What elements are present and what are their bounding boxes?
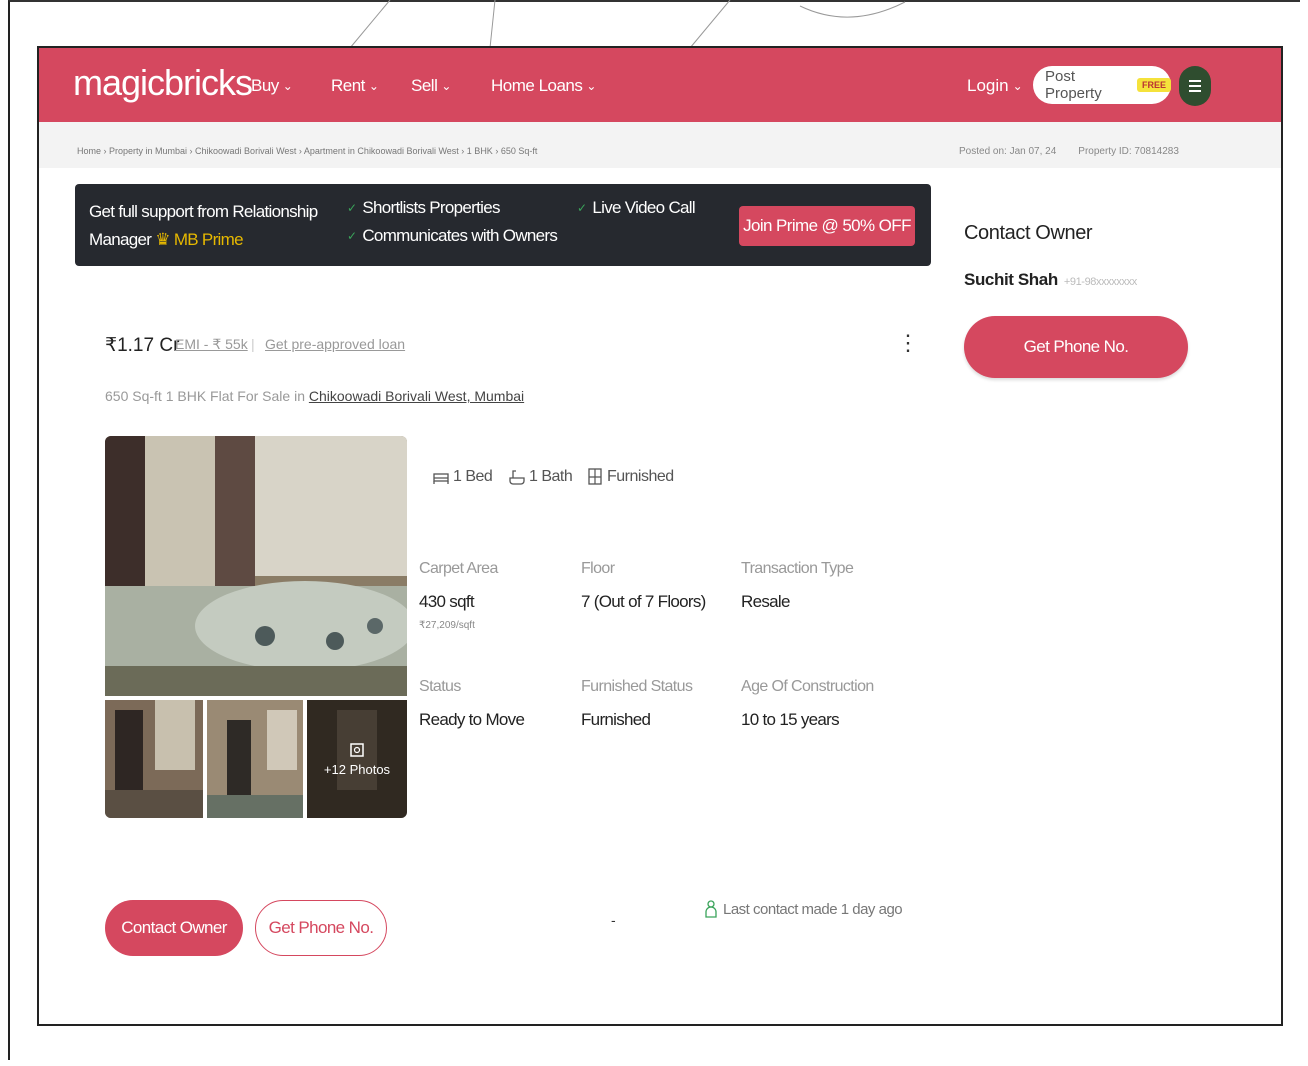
status-value: Ready to Move [419,710,525,729]
posted-date: Posted on: Jan 07, 24 [959,146,1057,157]
owner-name: Suchit Shah [964,270,1058,289]
breadcrumb-bar [39,122,1281,168]
top-navbar: magicbricks Buy ⌄ Rent ⌄ Sell ⌄ Home Loans ⌄… [39,48,1281,122]
chevron-down-icon: ⌄ [441,79,451,93]
post-property-label: Post Property [1045,68,1102,102]
amenity-bed: 1 Bed [433,468,493,486]
divider: | [251,336,255,352]
breadcrumb[interactable]: Home › Property in Mumbai › Chikoowadi B… [77,146,537,156]
check-icon: ✓ [577,201,587,215]
furnished-status-value: Furnished [581,710,651,729]
amenity-label: 1 Bath [529,468,573,485]
more-options-icon[interactable]: ⋮ [897,330,919,356]
bath-icon [509,470,525,485]
furnished-icon [588,468,602,485]
listing-title: 650 Sq-ft 1 BHK Flat For Sale in Chikoow… [105,388,524,404]
photo-thumbnail[interactable] [207,700,303,818]
nav-rent-label: Rent [331,76,365,95]
floor-label: Floor [581,560,615,577]
nav-buy[interactable]: Buy ⌄ [251,76,293,96]
carpet-area-value: 430 sqft [419,592,475,611]
join-prime-button[interactable]: Join Prime @ 50% OFF [739,206,915,246]
amenity-bath: 1 Bath [509,468,573,486]
prime-line2-prefix: Manager [89,230,152,249]
prime-feature-shortlists: ✓ Shortlists Properties [347,198,500,218]
check-icon: ✓ [347,229,357,243]
mb-prime-link[interactable]: MB Prime [174,230,244,249]
preapproved-loan-link[interactable]: Get pre-approved loan [265,336,405,352]
prime-feature-communicates: ✓ Communicates with Owners [347,226,558,246]
last-contact-info: Last contact made 1 day ago [705,900,903,918]
more-photos-thumbnail[interactable]: +12 Photos [307,700,407,818]
prime-line2: Manager ♛ MB Prime [89,226,318,254]
magicbricks-logo[interactable]: magicbricks [73,62,253,104]
feature-label: Communicates with Owners [362,226,558,245]
listing-price: ₹1.17 Cr [105,335,180,356]
property-id: Property ID: 70814283 [1078,146,1179,157]
last-contact-text: Last contact made 1 day ago [723,900,903,918]
feature-label: Live Video Call [592,198,695,217]
prime-feature-video-call: ✓ Live Video Call [577,198,696,218]
photo-thumbnail[interactable] [105,700,203,818]
floor-value: 7 (Out of 7 Floors) [581,592,706,611]
listing-title-prefix: 650 Sq-ft 1 BHK Flat For Sale in [105,388,305,404]
login-label: Login [967,76,1009,95]
contact-owner-heading: Contact Owner [964,222,1093,244]
login-menu[interactable]: Login ⌄ [967,76,1023,96]
listing-meta: Posted on: Jan 07, 24 Property ID: 708142… [959,146,1179,157]
owner-info: Suchit Shah +91-98xxxxxxxx [964,270,1137,290]
more-photos-overlay: +12 Photos [307,700,407,818]
chevron-down-icon: ⌄ [368,79,379,93]
hamburger-icon[interactable] [1179,66,1211,106]
free-badge: FREE [1136,78,1171,92]
nav-home-loans-label: Home Loans [491,76,583,95]
carpet-area-rate: ₹27,209/sqft [419,620,475,631]
status-label: Status [419,678,461,695]
prime-banner: Get full support from Relationship Manag… [75,184,931,266]
furnished-status-label: Furnished Status [581,678,693,695]
contact-owner-button[interactable]: Contact Owner [105,900,243,956]
nav-rent[interactable]: Rent ⌄ [331,76,379,96]
more-photos-label: +12 Photos [323,761,391,777]
nav-sell-label: Sell [411,76,438,95]
person-icon [705,900,717,918]
prime-line1: Get full support from Relationship [89,202,318,221]
sidebar-get-phone-button[interactable]: Get Phone No. [964,316,1188,378]
age-of-construction-label: Age Of Construction [741,678,874,695]
listing-location-link[interactable]: Chikoowadi Borivali West, Mumbai [309,388,524,404]
get-phone-button[interactable]: Get Phone No. [255,900,387,956]
transaction-type-label: Transaction Type [741,560,854,577]
background-sketch [349,0,906,49]
main-photo[interactable] [105,436,407,696]
owner-phone-masked: +91-98xxxxxxxx [1063,276,1137,288]
camera-icon [350,742,364,757]
check-icon: ✓ [347,201,357,215]
chevron-down-icon: ⌄ [1012,79,1023,93]
bed-icon [433,473,449,484]
prime-banner-text: Get full support from Relationship Manag… [89,198,318,254]
chevron-down-icon: ⌄ [282,79,293,93]
transaction-type-value: Resale [741,592,790,611]
emi-link[interactable]: EMI - ₹ 55k [175,336,248,353]
feature-label: Shortlists Properties [362,198,500,217]
age-of-construction-value: 10 to 15 years [741,710,840,729]
carpet-area-label: Carpet Area [419,560,498,577]
chevron-down-icon: ⌄ [586,79,596,93]
amenity-label: Furnished [607,468,674,485]
separator-mark: - [611,912,616,928]
nav-sell[interactable]: Sell ⌄ [411,76,451,96]
crown-icon: ♛ [155,230,170,249]
nav-buy-label: Buy [251,76,279,95]
nav-home-loans[interactable]: Home Loans ⌄ [491,76,596,96]
amenity-label: 1 Bed [453,468,493,485]
browser-screen: magicbricks Buy ⌄ Rent ⌄ Sell ⌄ Home Loans ⌄… [37,46,1283,1026]
amenity-furnished: Furnished [587,468,674,486]
post-property-button[interactable]: Post Property FREE [1033,66,1171,104]
